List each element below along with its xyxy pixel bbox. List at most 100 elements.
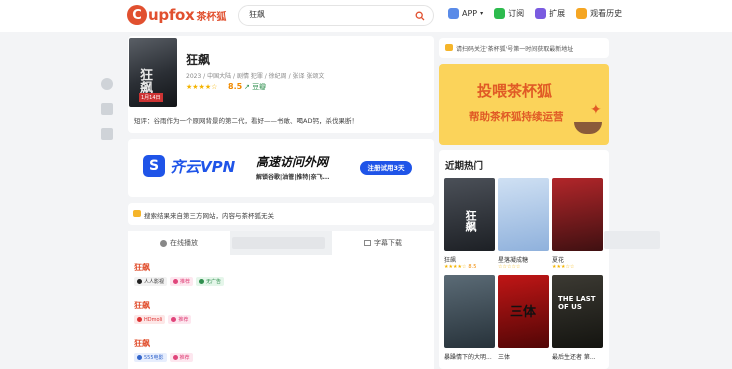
play-source-list: 狂飙 人人影视 推荐 无广告 狂飙 HDmoli 推荐 狂飙 555电影 推荐 (128, 255, 434, 369)
tab-online-play[interactable]: 在线播放 (128, 231, 230, 255)
result-title[interactable]: 狂飙 (134, 300, 150, 311)
poster-date: 1月14日 (139, 93, 163, 102)
nav-label: 观看历史 (590, 9, 623, 18)
bowl-icon (574, 122, 602, 134)
hot-rating: ☆☆☆☆☆ (498, 264, 520, 270)
download-icon (364, 240, 371, 246)
hot-poster[interactable]: THE LAST OF US (552, 275, 603, 348)
search-box[interactable] (238, 5, 434, 26)
site-logo[interactable]: C upfox 茶杯狐 (127, 5, 226, 25)
hot-poster[interactable]: 狂飙 (444, 178, 495, 251)
nav-puzzle[interactable]: 扩展 (535, 8, 565, 19)
result-tags: 555电影 推荐 (134, 353, 193, 362)
source-tag[interactable]: HDmoli (134, 315, 166, 324)
tag-dot-icon (172, 355, 178, 360)
movie-poster[interactable]: 狂飙 1月14日 (129, 38, 177, 107)
tag-label: 推荐 (179, 355, 190, 361)
wechat-icon (494, 8, 506, 19)
tab-online-play-label: 在线播放 (170, 239, 198, 247)
hand-icon (445, 44, 453, 51)
disclaimer-bar: 搜索结果来自第三方网站，内容与茶杯狐无关 (128, 203, 434, 225)
tag-label: 555电影 (144, 355, 164, 361)
donate-subtitle: 帮助茶杯狐持续运营 (469, 111, 564, 123)
hot-rating: ★★★☆☆ (552, 264, 574, 270)
result-tags: 人人影视 推荐 无广告 (134, 277, 225, 286)
hot-poster[interactable] (444, 275, 495, 348)
source-tag[interactable]: 推荐 (169, 353, 193, 362)
hot-poster[interactable]: 三体 (498, 275, 549, 348)
poster-text: THE LAST OF US (558, 295, 596, 311)
top-header: C upfox 茶杯狐 APP▾ 订阅 扩展 观看历史 (0, 0, 732, 32)
nav-wechat[interactable]: 订阅 (494, 8, 524, 19)
rating-stars: ★★★★☆ (186, 83, 218, 91)
nav-label: 扩展 (549, 9, 566, 18)
result-title[interactable]: 狂飙 (134, 338, 150, 349)
user-icon[interactable] (101, 78, 113, 90)
hot-name[interactable]: 夏花 (552, 255, 564, 264)
donate-title: 投喂茶杯狐 (477, 82, 553, 100)
douban-link[interactable]: ↗ 豆瓣 (244, 82, 266, 92)
nav-label: 订阅 (508, 9, 525, 18)
logo-subtext: 茶杯狐 (196, 11, 227, 23)
donate-banner[interactable]: 投喂茶杯狐 帮助茶杯狐持续运营 ✦ (439, 64, 609, 145)
nav-android[interactable]: APP ▾ (448, 8, 483, 19)
nav-clock[interactable]: 观看历史 (576, 8, 622, 19)
star-icon: ✦ (590, 102, 602, 118)
vpn-name: 齐云VPN (170, 158, 236, 176)
tag-label: 无广告 (206, 279, 222, 285)
search-icon[interactable] (415, 11, 425, 21)
source-tabs: 在线播放 字幕下载 (128, 231, 434, 255)
blurred-edge (604, 231, 660, 249)
result-tags: HDmoli 推荐 (134, 315, 192, 324)
movie-title: 狂飙 (186, 53, 211, 67)
hot-poster[interactable] (552, 178, 603, 251)
vpn-slogan: 高速访问外网 (256, 155, 329, 169)
hot-stars: ☆☆☆☆☆ (498, 264, 521, 270)
hot-name[interactable]: 三体 (498, 352, 510, 361)
tag-dot-icon (171, 317, 177, 322)
movie-brief: 短评：谷雨作为一个原网背景的第二代，看好——书敢、喝AD钙，杀伐果断！ (134, 117, 358, 125)
hot-rating: ★★★★☆ 8.5 (444, 264, 476, 270)
tag-dot-icon (199, 279, 205, 284)
poster-text: 狂飙 (464, 210, 477, 232)
source-tag[interactable]: 无广告 (196, 277, 225, 286)
logo-mark: C (127, 5, 147, 25)
logo-text: upfox (148, 6, 195, 24)
blurred-tab (232, 237, 325, 249)
hot-name[interactable]: 暴躁情下的大明... (444, 352, 492, 361)
result-title[interactable]: 狂飙 (134, 262, 150, 273)
qrcode-icon[interactable] (101, 128, 113, 140)
disclaimer-text: 搜索结果来自第三方网站，内容与茶杯狐无关 (144, 212, 274, 220)
rating-score: 8.5 (228, 82, 243, 91)
vpn-subtitle: 解锁谷歌|油管|推特|奈飞... (256, 174, 330, 181)
hot-name[interactable]: 狂飙 (444, 255, 456, 264)
vpn-ad-banner[interactable]: S 齐云VPN 高速访问外网 解锁谷歌|油管|推特|奈飞... 注册试用3天 (128, 139, 434, 197)
douban-link-label: 豆瓣 (252, 83, 267, 91)
tab-subtitle-download-label: 字幕下载 (374, 239, 402, 247)
hot-stars: ★★★☆☆ (552, 264, 575, 270)
tag-label: HDmoli (144, 316, 163, 323)
tag-dot-icon (137, 317, 142, 322)
feedback-icon[interactable] (101, 103, 113, 115)
search-input[interactable] (249, 10, 409, 19)
source-tag[interactable]: 人人影视 (134, 277, 168, 286)
vpn-signup-button[interactable]: 注册试用3天 (360, 161, 412, 175)
play-icon (160, 239, 167, 247)
header-nav: APP ▾ 订阅 扩展 观看历史 (448, 8, 622, 19)
chevron-down-icon: ▾ (480, 10, 484, 17)
hot-name[interactable]: 星落凝成糖 (498, 255, 528, 264)
tag-dot-icon (173, 279, 179, 284)
hot-title: 近期热门 (445, 161, 484, 172)
movie-meta: 2023 / 中国大陆 / 剧情 犯罪 / 徐纪周 / 张译 张颂文 (186, 73, 325, 80)
hot-stars: ★★★★☆ (444, 264, 467, 270)
source-tag[interactable]: 推荐 (170, 277, 194, 286)
hot-poster[interactable] (498, 178, 549, 251)
puzzle-icon (535, 8, 547, 19)
notice-text: 请扫码关注'茶杯狐'号第一时间获取最新地址 (456, 46, 574, 53)
source-tag[interactable]: 555电影 (134, 353, 167, 362)
clock-icon (576, 8, 588, 19)
source-tag[interactable]: 推荐 (168, 315, 192, 324)
hand-icon (133, 210, 141, 217)
tab-subtitle-download[interactable]: 字幕下载 (332, 231, 434, 255)
hot-name[interactable]: 最后生还者 第... (552, 352, 596, 361)
